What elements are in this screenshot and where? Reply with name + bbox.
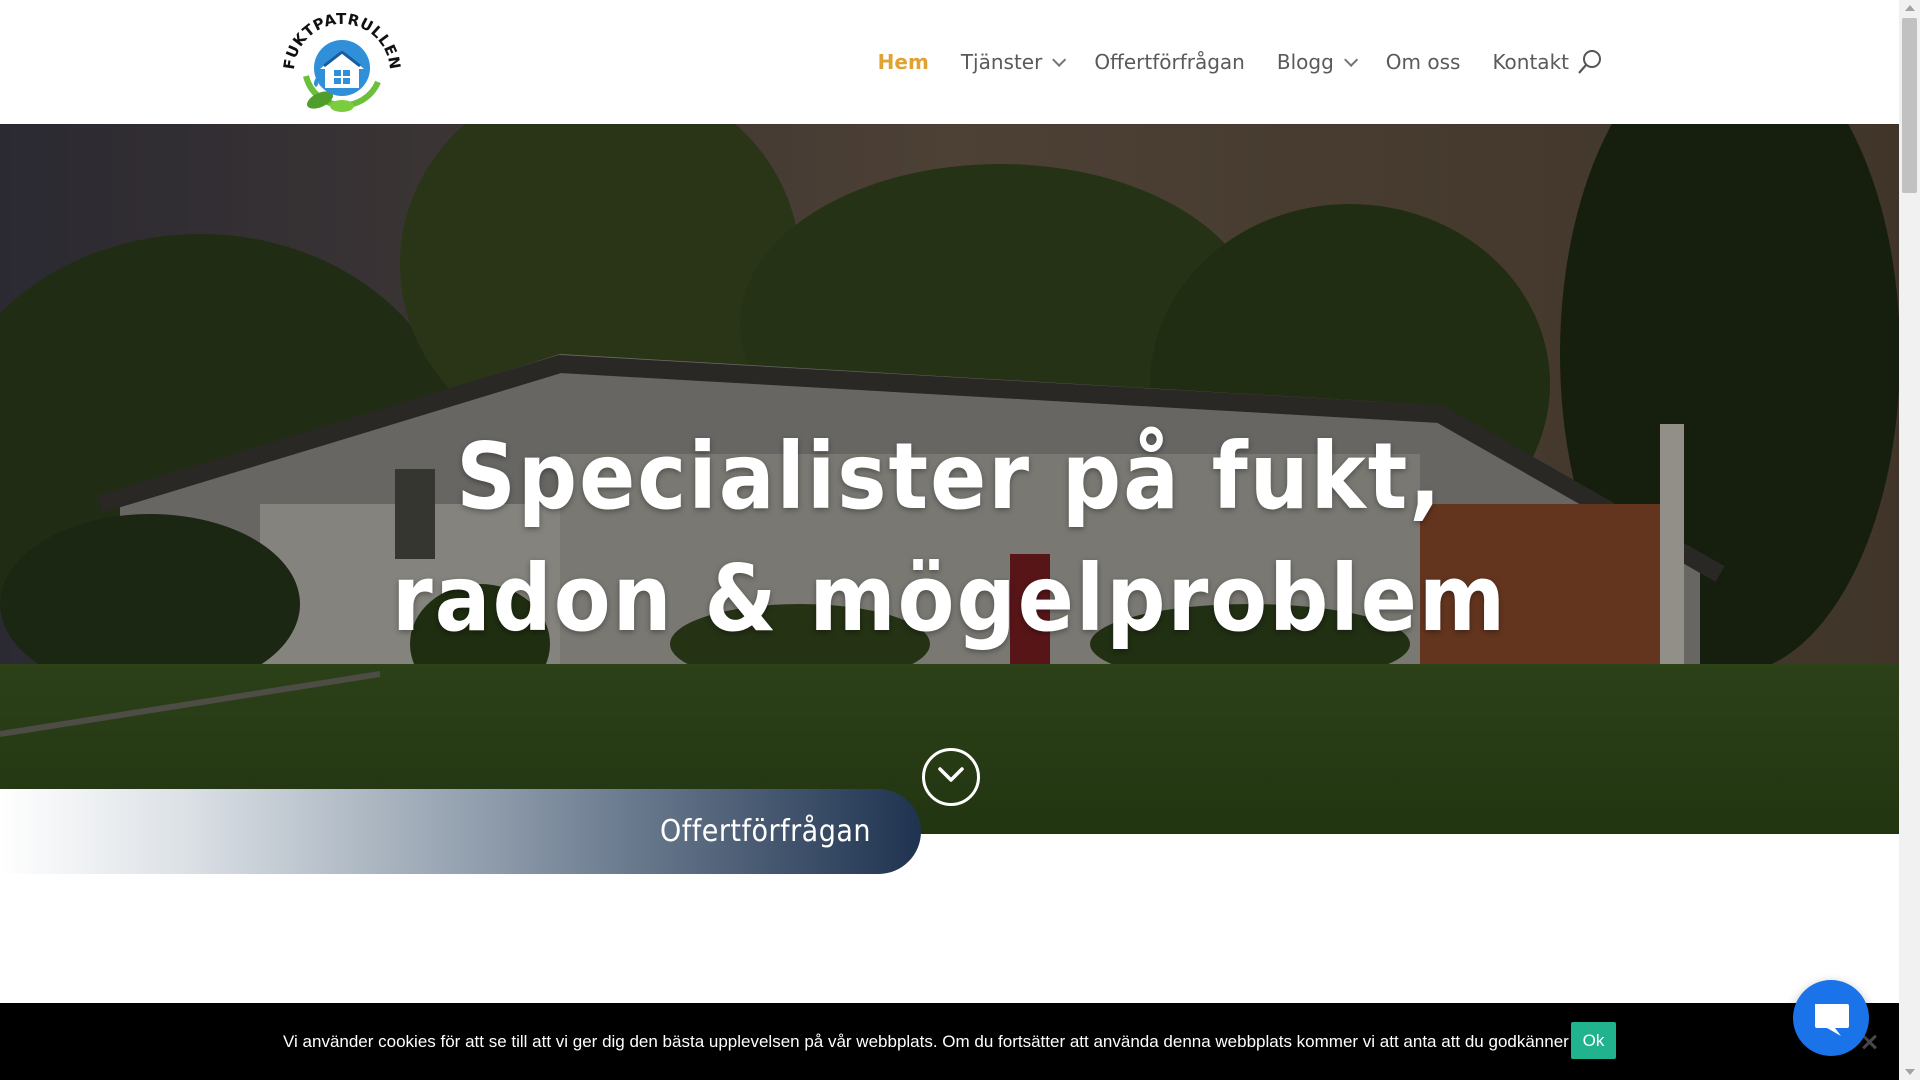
- logo-graphic: FUKTPATRULLEN: [280, 10, 404, 112]
- page-scrollbar[interactable]: [1899, 0, 1920, 1080]
- nav-item-tjanster[interactable]: Tjänster: [960, 50, 1067, 74]
- hero-title-line2: radon & mögelproblem: [391, 544, 1508, 652]
- cookie-consent-bar: Vi använder cookies för att se till att …: [0, 1003, 1899, 1080]
- quote-request-button[interactable]: Offertförfrågan: [0, 789, 921, 874]
- cookie-consent-text: Vi använder cookies för att se till att …: [283, 1032, 1617, 1051]
- chat-widget-button[interactable]: [1793, 980, 1869, 1056]
- nav-item-offertforfragan[interactable]: Offertförfrågan: [1094, 50, 1245, 74]
- nav-item-label: Om oss: [1385, 50, 1461, 74]
- main-nav: Hem Tjänster Offertförfrågan Blogg Om os…: [846, 0, 1569, 124]
- chevron-down-icon: [1343, 52, 1358, 67]
- nav-item-label: Tjänster: [960, 50, 1043, 74]
- nav-item-label: Hem: [877, 50, 929, 74]
- page: FUKTPATRULLEN Hem Tjänster Offertförfråg…: [0, 0, 1920, 1080]
- chevron-down-icon: [938, 767, 964, 782]
- nav-item-label: Kontakt: [1492, 50, 1569, 74]
- cookie-accept-button[interactable]: Ok: [1571, 1022, 1616, 1059]
- quote-request-label: Offertförfrågan: [660, 814, 871, 849]
- scroll-up-arrow-icon[interactable]: [1905, 5, 1915, 11]
- hero-section: Specialister på fukt, radon & mögelprobl…: [0, 124, 1899, 834]
- nav-item-hem[interactable]: Hem: [878, 50, 929, 74]
- nav-item-blogg[interactable]: Blogg: [1276, 50, 1358, 74]
- hero-title-line1: Specialister på fukt,: [456, 422, 1443, 530]
- nav-item-kontakt[interactable]: Kontakt: [1492, 50, 1569, 74]
- scrollbar-thumb[interactable]: [1902, 18, 1917, 193]
- nav-item-om-oss[interactable]: Om oss: [1386, 50, 1461, 74]
- chevron-down-icon: [1052, 52, 1067, 67]
- site-logo[interactable]: FUKTPATRULLEN: [276, 6, 408, 118]
- nav-item-label: Offertförfrågan: [1094, 50, 1245, 74]
- scroll-down-button[interactable]: [922, 748, 980, 806]
- hero-title: Specialister på fukt, radon & mögelprobl…: [0, 416, 1899, 660]
- scroll-down-arrow-icon[interactable]: [1905, 1069, 1915, 1075]
- search-icon[interactable]: [1577, 49, 1603, 75]
- nav-item-label: Blogg: [1276, 50, 1334, 74]
- site-header: FUKTPATRULLEN Hem Tjänster Offertförfråg…: [0, 0, 1899, 124]
- chat-bubble-icon: [1815, 1004, 1849, 1036]
